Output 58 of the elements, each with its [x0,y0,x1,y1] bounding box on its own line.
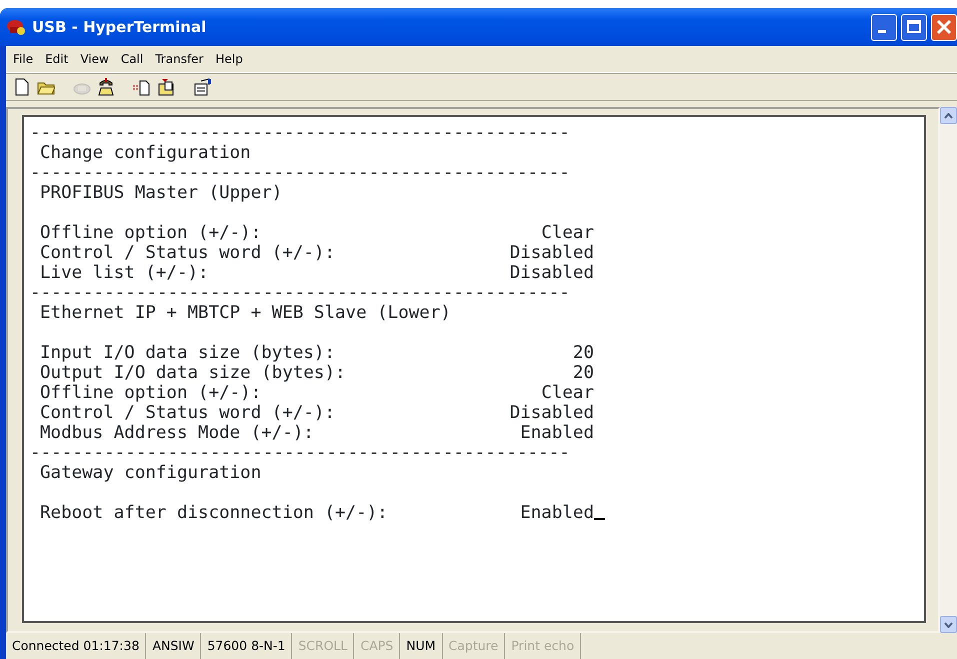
setting-value: Disabled [510,403,594,423]
folder-icon [157,78,175,96]
window-title: USB - HyperTerminal [32,16,206,38]
menu-item[interactable]: Call [116,49,148,69]
properties-icon [193,78,211,96]
setting-label: Offline option (+/-): [40,223,262,243]
menu-item[interactable]: Edit [40,49,74,69]
setting-value: Disabled [510,243,594,263]
document-icon [133,78,151,96]
setting-label: Control / Status word (+/-): [40,403,336,423]
status-panel: ANSIW [146,633,202,659]
folder-button[interactable] [156,77,176,97]
terminal-heading: PROFIBUS Master (Upper) [40,183,282,203]
setting-label: Live list (+/-): [40,263,209,283]
terminal-screen[interactable] [22,115,926,623]
status-panel: Print echo [505,633,582,659]
close-icon [936,19,952,35]
minimize-button[interactable] [871,14,897,40]
status-panel: Capture [442,633,506,659]
terminal-heading: Ethernet IP + MBTCP + WEB Slave (Lower) [40,303,451,323]
chevron-down-icon [944,622,953,628]
menu-item[interactable]: Transfer [150,49,208,69]
close-button[interactable] [931,14,957,40]
setting-label: Reboot after disconnection (+/-): [40,503,388,523]
maximize-icon [906,19,922,35]
menu-item[interactable]: Help [210,49,248,69]
setting-label: Modbus Address Mode (+/-): [40,423,314,443]
status-panel: SCROLL [292,633,354,659]
setting-value: Disabled [510,263,594,283]
terminal-heading: Gateway configuration [40,463,262,483]
properties-button[interactable] [192,77,212,97]
divider-text: --------------------------------------------------- [30,443,570,463]
scroll-up-button[interactable] [940,107,957,124]
status-panel: 57600 8-N-1 [201,633,292,659]
setting-value: Enabled [520,503,594,523]
menu-item[interactable]: View [75,49,114,69]
setting-value: 20 [572,363,594,383]
setting-value: 20 [572,343,594,363]
setting-label: Output I/O data size (bytes): [40,363,346,383]
setting-label: Offline option (+/-): [40,383,262,403]
minimize-icon [878,30,886,32]
setting-value: Clear [541,223,594,243]
terminal-heading: Change configuration [40,143,251,163]
scroll-down-button[interactable] [940,616,957,633]
menu-item[interactable]: File [8,49,38,69]
setting-value: Clear [541,383,594,403]
maximize-button[interactable] [901,14,927,40]
chevron-up-icon [944,112,953,118]
status-panel: NUM [400,633,443,659]
divider-text: --------------------------------------------------- [30,283,570,303]
setting-value: Enabled [520,423,594,443]
status-panel: Connected 01:17:38 [6,633,146,659]
divider-text: --------------------------------------------------- [30,123,570,143]
divider-text: --------------------------------------------------- [30,163,570,183]
setting-label: Control / Status word (+/-): [40,243,336,263]
new-document-icon [13,78,31,96]
setting-label: Input I/O data size (bytes): [40,343,336,363]
status-panel: CAPS [354,633,400,659]
